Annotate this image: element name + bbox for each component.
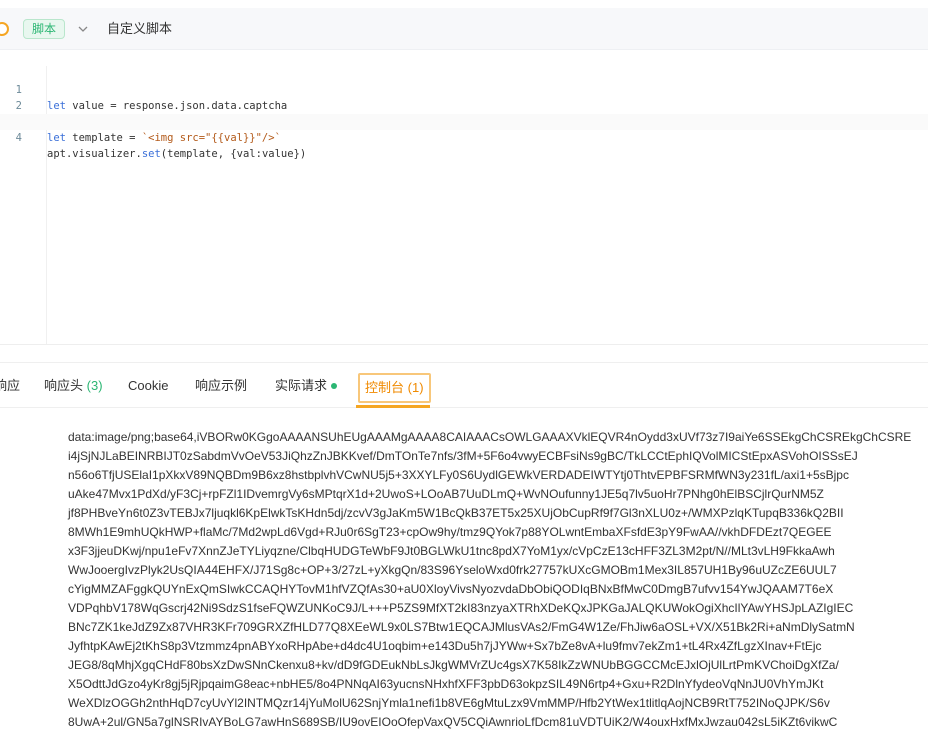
tab-console[interactable]: 控制台 (1) [358, 373, 431, 403]
tab-response-example[interactable]: 响应示例 [195, 376, 247, 396]
tab-label: 响应头 [44, 378, 84, 393]
console-line: n56o6TfjUSElaI1pXkxV89NQBDm9B6xz8hstbplv… [68, 468, 849, 482]
line-number: 4 [15, 132, 22, 144]
script-header: 脚本 自定义脚本 [0, 8, 928, 50]
tab-actual-request[interactable]: 实际请求 [275, 376, 338, 396]
editor-bottom-border [0, 344, 928, 345]
code-editor[interactable]: 1 let value = response.json.data.captcha… [0, 66, 928, 346]
console-line: 8MWh1E9mhUQkHWP+flaMc/7Md2wpLd6Vgd+RJu0r… [68, 525, 832, 539]
console-line: WwJooergIvzPlyk2UsQIA44EHFX/J71Sg8c+OP+3… [68, 563, 837, 577]
code-line-2[interactable]: 2 console.log(value) [0, 82, 928, 128]
console-line: data:image/png;base64,iVBORw0KGgoAAAANSU… [68, 430, 912, 444]
tab-response-headers[interactable]: 响应头 (3) [44, 376, 103, 396]
console-line: jf8PHBveYn6t0Z3vTEBJx7ljuqkl6KpElwkTsKHd… [68, 506, 844, 520]
status-ring-icon [0, 22, 9, 36]
console-line: cYigMMZAFggkQUYnExQmSIwkCCAQHYTovM1hfVZQ… [68, 582, 834, 596]
console-line: WeXDlzOGGh2nthHqD7cyUvYl2INTMQzr14jYuMol… [68, 696, 830, 710]
console-line: x3F3jjeuDKwj/npu1eFv7XnnZJeTYLiyqzne/Clb… [68, 544, 835, 558]
tab-count: (1) [407, 380, 424, 395]
console-output[interactable]: data:image/png;base64,iVBORw0KGgoAAAANSU… [0, 408, 928, 736]
console-line: uAke47Mvx1PdXd/yF3Cj+rpFZl1IDvemrgVy6sMP… [68, 487, 824, 501]
script-title: 自定义脚本 [107, 21, 173, 36]
code-line-1[interactable]: 1 let value = response.json.data.captcha [0, 66, 928, 112]
script-badge: 脚本 [23, 19, 66, 39]
tab-label: 控制台 [365, 380, 405, 395]
console-line: i4jSjNJLaBEINRBIJT0zSabdmVvOeV53JiQhzZnJ… [68, 449, 858, 463]
line-code[interactable]: let template = `<img src="{{val}}"/>` [47, 130, 281, 146]
console-line: BNc7ZK1keJdZ9Zx87VHR3KFr709GRXZfHLD77Q8X… [68, 620, 855, 634]
response-tabs: 响应 响应头 (3) Cookie 响应示例 实际请求 控制台 (1) [0, 362, 928, 408]
tab-count: (3) [86, 378, 103, 393]
console-line: JyfhtpKAwEj2tKhS8p3Vtzmmz4pnABYxoRHpAbe+… [68, 639, 822, 653]
line-code[interactable]: apt.visualizer.set(template, {val:value}… [47, 146, 306, 162]
status-dot-icon [331, 382, 338, 389]
code-line-3[interactable]: 3 let template = `<img src="{{val}}"/>` [0, 98, 928, 144]
tab-label: 实际请求 [275, 378, 328, 393]
console-line: VDPqhbV178WqGscrj42Ni9SdzS1fseFQWZUNKoC9… [68, 601, 854, 615]
tab-response[interactable]: 响应 [0, 376, 20, 396]
console-line: X5OdttJdGzo4yKr8gj5jRjpqaimG8eac+nbHE5/8… [68, 677, 824, 691]
console-line: JEG8/8qMhjXgqCHdF80bsXzDwSNnCkenxu8+kv/d… [68, 658, 839, 672]
code-line-4[interactable]: 4 apt.visualizer.set(template, {val:valu… [0, 114, 928, 160]
tab-cookie[interactable]: Cookie [128, 376, 168, 396]
console-line: 8UwA+2ul/GN5a7glNSRIvAYBoLG7awHnS689SB/I… [68, 715, 838, 729]
chevron-down-icon[interactable] [77, 23, 89, 35]
